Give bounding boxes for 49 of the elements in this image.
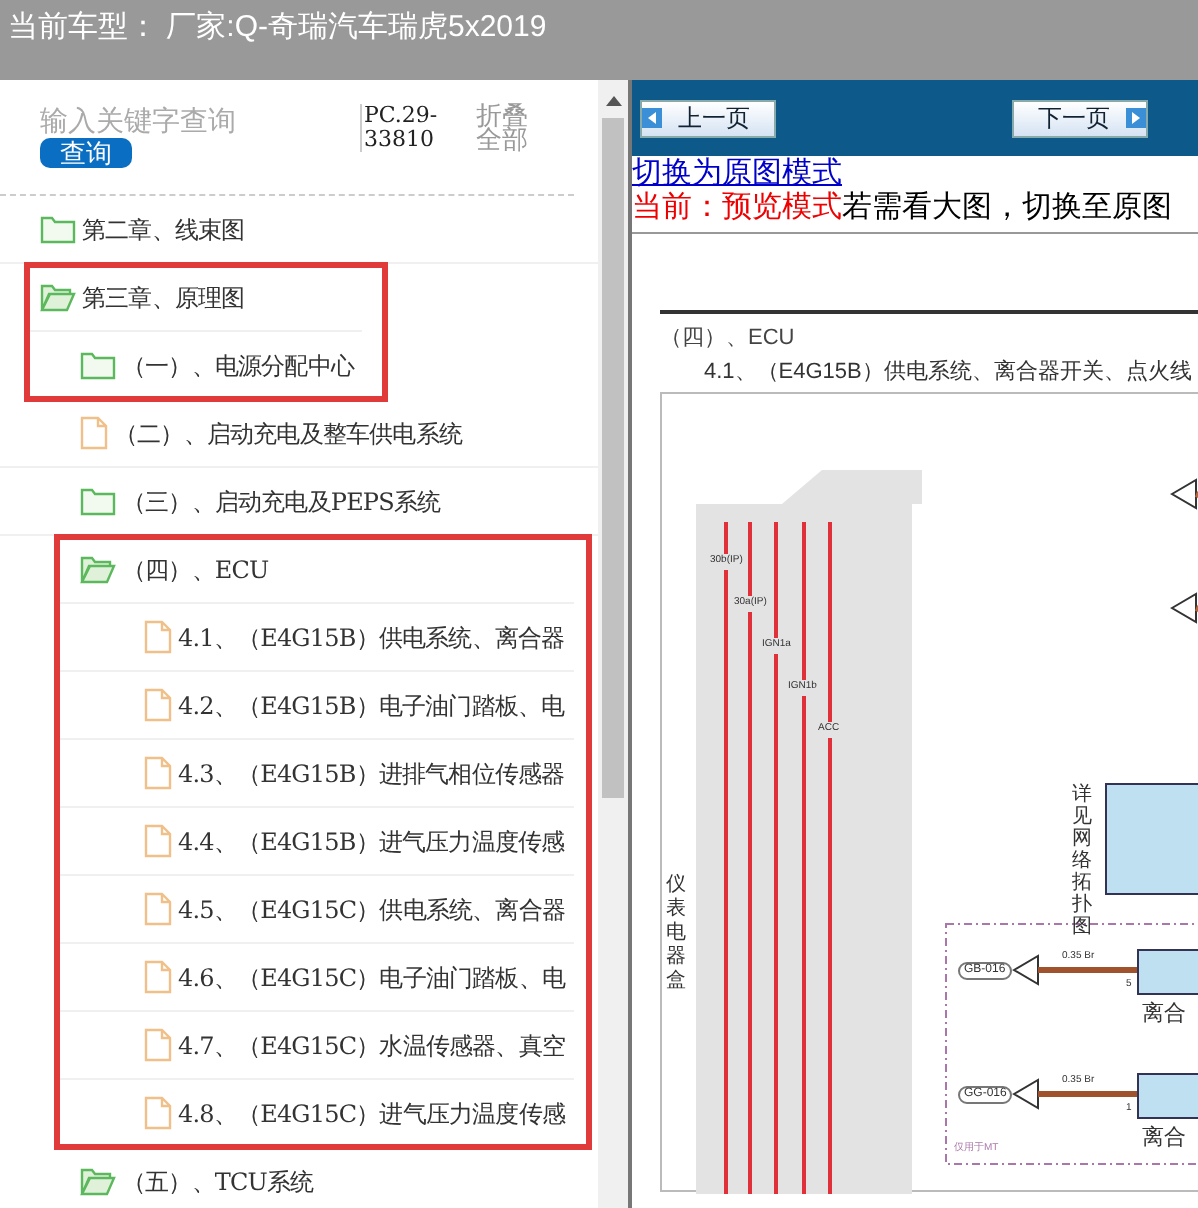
scroll-up-icon[interactable]: [605, 96, 621, 106]
next-page-button[interactable]: 下一页: [1012, 99, 1148, 137]
tree-item[interactable]: （四）、ECU: [80, 551, 269, 587]
tree-item[interactable]: 4.6、（E4G15C）电子油门踏板、电: [144, 959, 566, 995]
document-icon: [144, 756, 172, 790]
current-mode-label: 当前：预览模式: [632, 190, 842, 224]
tree-item[interactable]: 4.8、（E4G15C）进气压力温度传感: [144, 1095, 566, 1131]
document-icon: [144, 960, 172, 994]
document-icon: [144, 892, 172, 926]
folder-icon: [40, 214, 76, 244]
search-field[interactable]: 输入关键字查询: [40, 104, 340, 136]
code-label: PC.29-33810: [360, 104, 444, 152]
tree-item[interactable]: 4.4、（E4G15B）进气压力温度传感: [144, 823, 565, 859]
open-folder-icon: [80, 1166, 116, 1196]
folder-icon: [80, 350, 116, 380]
right-arrow-icon: [1126, 108, 1146, 128]
part-label: 离合: [1142, 1123, 1186, 1154]
scroll-thumb[interactable]: [602, 118, 624, 798]
document-icon: [144, 688, 172, 722]
tree-item[interactable]: 4.1、（E4G15B）供电系统、离合器: [144, 619, 565, 655]
tree-item[interactable]: （二）、启动充电及整车供电系统: [80, 415, 463, 451]
folder-icon: [80, 486, 116, 516]
box-label: 仪表电器盒: [666, 874, 686, 994]
left-arrow-icon: [642, 108, 662, 128]
tree-item[interactable]: （五）、TCU系统: [80, 1163, 314, 1199]
document-icon: [144, 824, 172, 858]
network-label: 详见网络拓扑图: [1072, 784, 1092, 938]
document-icon: [144, 1028, 172, 1062]
original-mode-link[interactable]: 切换为原图模式: [632, 156, 1198, 190]
tree-item[interactable]: 4.3、（E4G15B）进排气相位传感器: [144, 755, 565, 791]
search-button[interactable]: 查询: [40, 138, 132, 168]
previous-page-button[interactable]: 上一页: [640, 99, 776, 137]
document-icon: [80, 416, 108, 450]
tree-item[interactable]: 4.5、（E4G15C）供电系统、离合器: [144, 891, 566, 927]
diagram-title: 4.1、（E4G15B）供电系统、离合器开关、点火线: [702, 357, 1194, 387]
tree-item[interactable]: 4.2、（E4G15B）电子油门踏板、电: [144, 687, 565, 723]
open-folder-icon: [40, 282, 76, 312]
tree-item[interactable]: （一）、电源分配中心: [80, 347, 355, 383]
section-title: （四）、ECU: [660, 324, 797, 354]
tree-item[interactable]: （三）、启动充电及PEPS系统: [80, 483, 441, 519]
document-icon: [144, 620, 172, 654]
window-title: 当前车型： 厂家:Q-奇瑞汽车瑞虎5x2019: [8, 10, 547, 44]
tree-item[interactable]: 第三章、原理图: [40, 279, 245, 315]
document-icon: [144, 1096, 172, 1130]
part-label: 离合: [1142, 999, 1186, 1030]
tree-item[interactable]: 第二章、线束图: [40, 211, 245, 247]
open-folder-icon: [80, 554, 116, 584]
mode-hint: 若需看大图，切换至原图: [842, 190, 1172, 224]
tree-item[interactable]: 4.7、（E4G15C）水温传感器、真空: [144, 1027, 566, 1063]
